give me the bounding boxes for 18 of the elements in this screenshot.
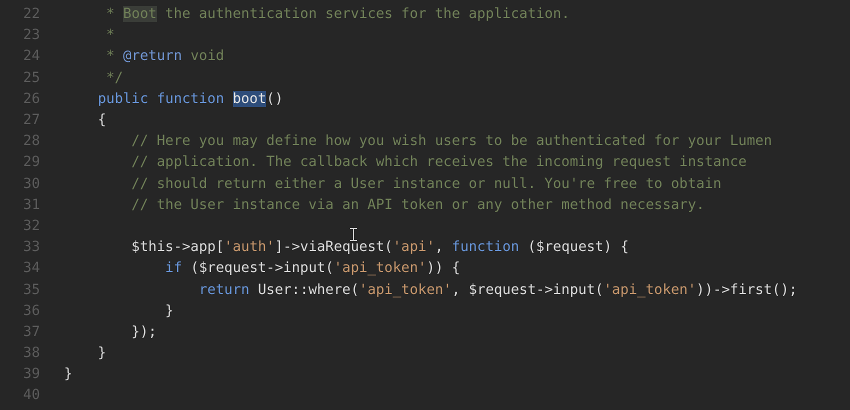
code-line: // the User instance via an API token or any other method necessary.: [130, 196, 705, 215]
text-cursor-icon: [350, 228, 357, 241]
code-line: // Here you may define how you wish users to be authenticated for your Lumen: [130, 132, 772, 152]
code-line: if ($request->input('api_token')) {: [164, 259, 460, 278]
code-line: }: [64, 365, 72, 384]
code-line: public function boot(): [96, 90, 284, 109]
code-line: * @return void: [105, 47, 224, 66]
code-line: // application. The callback which receives the incoming request instance: [130, 153, 747, 172]
code-line: }: [164, 302, 174, 321]
code-line: {: [96, 111, 106, 130]
code-line: // should return either a User instance or null. You're free to obtain: [130, 174, 722, 194]
code-line: */: [105, 68, 124, 88]
code-line: }: [96, 344, 106, 364]
code-line: });: [130, 322, 157, 342]
code-line: * Boot the authentication services for the application.: [105, 5, 570, 24]
code-line: return User::where('api_token', $request->input('api_token'))->first();: [198, 280, 798, 300]
code-line: *: [105, 26, 115, 46]
code-line: $this->app['auth']->viaRequest('api', function ($request) {: [130, 238, 629, 258]
